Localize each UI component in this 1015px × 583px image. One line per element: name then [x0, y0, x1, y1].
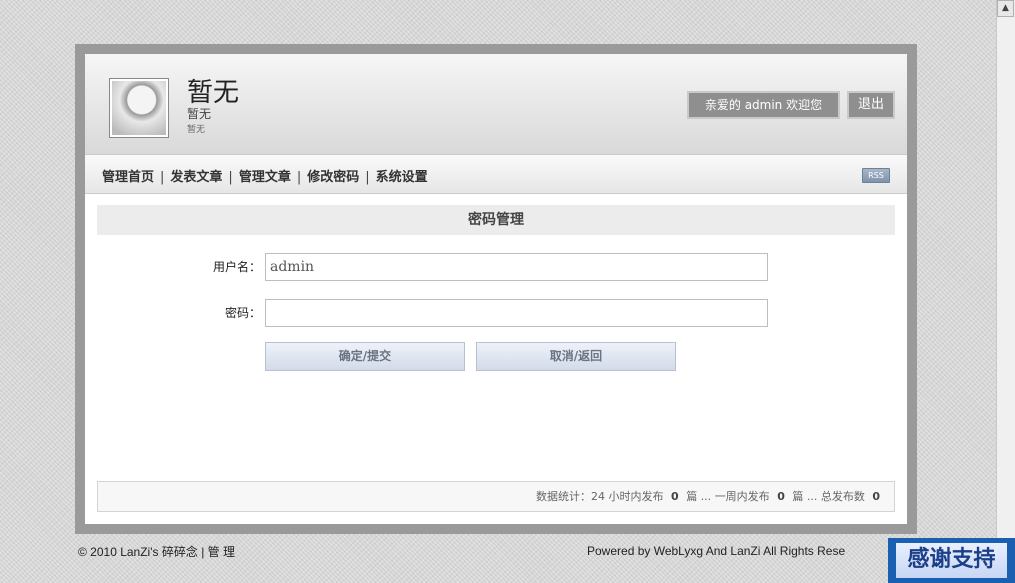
password-label: 密码： — [224, 306, 261, 320]
nav-item-manage-posts[interactable]: 管理文章 — [239, 170, 291, 185]
username-label: 用户名： — [212, 260, 261, 274]
site-description: 暂无 — [187, 125, 206, 135]
nav-item-change-password[interactable]: 修改密码 — [307, 170, 359, 185]
site-logo — [109, 78, 169, 138]
nav-item-new-post[interactable]: 发表文章 — [170, 170, 222, 185]
username-input[interactable]: admin — [265, 253, 768, 281]
nav-item-admin-home[interactable]: 管理首页 — [102, 170, 154, 185]
scroll-up-arrow-icon[interactable]: ▲ — [997, 0, 1014, 17]
main-nav: 管理首页 | 发表文章 | 管理文章 | 修改密码 | 系统设置 RSS — [85, 155, 907, 194]
stats-day-count: 0 — [671, 490, 679, 503]
nav-separator: | — [228, 170, 233, 185]
thanks-support-label: 感谢支持 — [896, 543, 1007, 578]
submit-button[interactable]: 确定/提交 — [265, 342, 465, 371]
nav-separator: | — [296, 170, 302, 185]
logout-button[interactable]: 退出 — [847, 91, 895, 119]
site-subtitle: 暂无 — [187, 107, 212, 121]
footer-copyright: © 2010 LanZi's 碎碎念 — [78, 545, 198, 559]
thanks-support-button[interactable]: 感谢支持 — [888, 538, 1015, 583]
rss-badge[interactable]: RSS — [862, 168, 890, 183]
nav-item-system-settings[interactable]: 系统设置 — [376, 170, 428, 185]
site-title: 暂无 — [187, 78, 240, 108]
stats-day-label: 数据统计：24 小时内发布 — [536, 490, 664, 503]
coffee-cup-image — [112, 81, 166, 135]
stats-week-count: 0 — [777, 490, 785, 503]
page-frame: 暂无 暂无 暂无 亲爱的 admin 欢迎您 退出 管理首页 | 发表文章 | 管理文章… — [75, 44, 917, 534]
cancel-button[interactable]: 取消/返回 — [476, 342, 676, 371]
footer-left: © 2010 LanZi's 碎碎念 | 管 理 — [78, 543, 235, 560]
stats-week-label: 一周内发布 — [714, 490, 770, 503]
nav-items: 管理首页 | 发表文章 | 管理文章 | 修改密码 | 系统设置 — [102, 166, 428, 185]
nav-separator: | — [365, 170, 370, 185]
vertical-scrollbar[interactable]: ▲ — [996, 0, 1015, 583]
site-header: 暂无 暂无 暂无 亲爱的 admin 欢迎您 退出 — [85, 54, 907, 155]
stats-total-count: 0 — [872, 490, 880, 503]
password-input[interactable] — [265, 299, 768, 327]
page-container: 暂无 暂无 暂无 亲爱的 admin 欢迎您 退出 管理首页 | 发表文章 | 管理文章… — [85, 54, 907, 524]
stats-total-label: 总发布数 — [820, 490, 865, 503]
stats-week-unit: 篇 ... — [792, 490, 818, 503]
footer-powered-by: Powered by WebLyxg And LanZi All Rights … — [587, 544, 846, 558]
stats-bar: 数据统计：24 小时内发布 0 篇 ... 一周内发布 0 篇 ... 总发布数… — [97, 481, 895, 512]
nav-separator: | — [160, 170, 165, 185]
section-title: 密码管理 — [97, 205, 895, 235]
stats-day-unit: 篇 ... — [686, 490, 712, 503]
footer-admin-link[interactable]: 管 理 — [208, 545, 235, 559]
welcome-button[interactable]: 亲爱的 admin 欢迎您 — [687, 91, 840, 119]
footer-separator: | — [201, 545, 205, 559]
